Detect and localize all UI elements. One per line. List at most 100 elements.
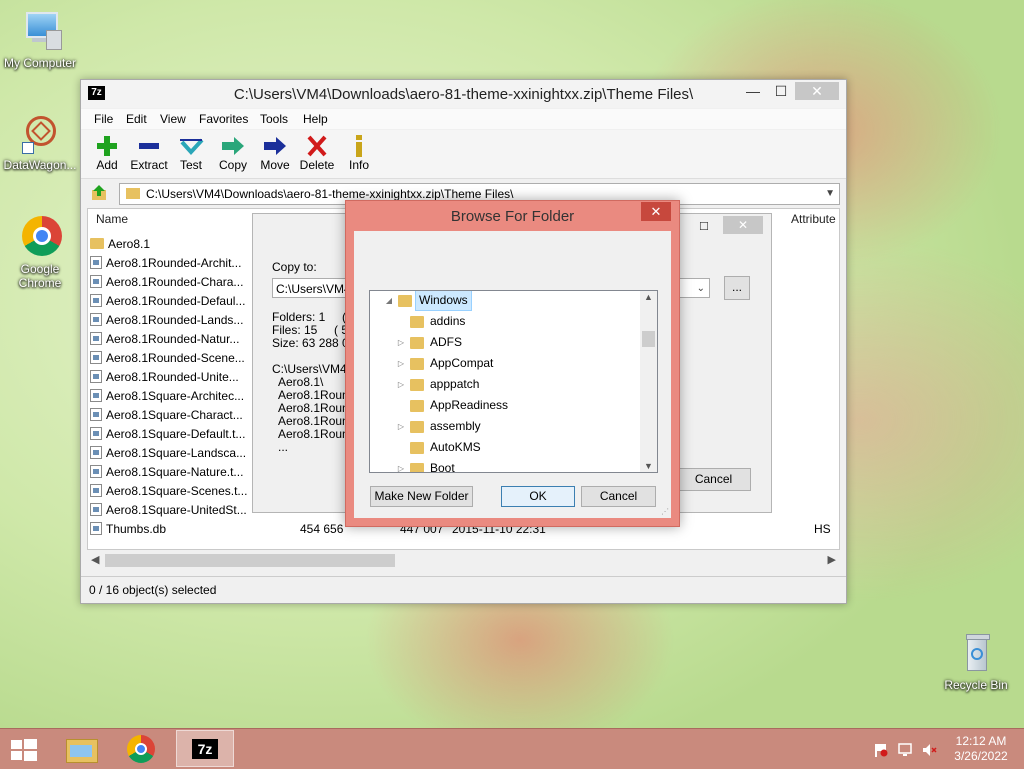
file-name: Aero8.1 <box>108 237 151 251</box>
expand-arrow-icon[interactable]: ▷ <box>396 353 406 374</box>
expand-arrow-icon[interactable]: ▷ <box>396 458 406 472</box>
tree-item[interactable]: ▷ ADFS <box>370 332 638 353</box>
tree-item-label: ADFS <box>430 335 463 349</box>
copy-button[interactable]: Copy <box>210 134 256 172</box>
file-name: Aero8.1Square-Landsca... <box>106 446 247 460</box>
desktop-icon-google-chrome[interactable]: Google Chrome <box>0 216 80 290</box>
tree-item[interactable]: AutoKMS <box>370 437 638 458</box>
file-name: Aero8.1Rounded-Defaul... <box>106 294 246 308</box>
start-button[interactable] <box>10 738 38 762</box>
menu-tools[interactable]: Tools <box>260 112 288 126</box>
tree-item[interactable]: ▷ assembly <box>370 416 638 437</box>
menu-edit[interactable]: Edit <box>126 112 147 126</box>
taskbar-file-explorer[interactable] <box>60 731 102 767</box>
tree-item[interactable]: addins <box>370 311 638 332</box>
tree-item-label: addins <box>430 314 466 328</box>
close-button[interactable]: ✕ <box>795 82 839 100</box>
folder-icon <box>410 442 424 454</box>
browse-close-button[interactable]: ✕ <box>641 202 671 221</box>
move-button[interactable]: Move <box>252 134 298 172</box>
add-button[interactable]: Add <box>84 134 130 172</box>
copy-cancel-button[interactable]: Cancel <box>676 468 751 491</box>
scroll-left-arrow[interactable]: ◀ <box>91 553 99 566</box>
folder-tree[interactable]: ◢ Windows addins ▷ ADFS ▷ AppCompat ▷ apppatch Ap… <box>369 290 658 473</box>
desktop-icon-my-computer[interactable]: My Computer <box>0 10 80 70</box>
cancel-button[interactable]: Cancel <box>581 486 656 507</box>
window-title: C:\Users\VM4\Downloads\aero-81-theme-xxi… <box>233 86 694 103</box>
expand-arrow-icon[interactable]: ▷ <box>396 374 406 395</box>
tree-item[interactable]: ◢ Windows <box>370 291 638 311</box>
tree-vertical-scrollbar[interactable]: ▲ ▼ <box>640 291 657 472</box>
scroll-thumb[interactable] <box>105 554 395 567</box>
column-header-name[interactable]: Name <box>96 212 128 226</box>
file-icon <box>90 408 102 421</box>
taskbar-chrome[interactable] <box>120 731 162 767</box>
scroll-thumb[interactable] <box>642 331 655 347</box>
extract-button[interactable]: Extract <box>126 134 172 172</box>
menu-bar: File Edit View Favorites Tools Help <box>81 109 846 129</box>
resize-grip[interactable]: ⋰ <box>661 507 669 516</box>
expand-arrow-icon[interactable]: ▷ <box>396 416 406 437</box>
delete-button[interactable]: Delete <box>294 134 340 172</box>
chevron-down-icon[interactable]: ▼ <box>825 184 835 204</box>
ok-button[interactable]: OK <box>501 486 575 507</box>
scroll-up-arrow[interactable]: ▲ <box>644 292 653 302</box>
tray-network-icon[interactable] <box>898 742 914 758</box>
folder-icon <box>398 295 412 307</box>
folder-icon <box>410 358 424 370</box>
menu-view[interactable]: View <box>160 112 186 126</box>
folder-icon <box>410 463 424 472</box>
info-button[interactable]: Info <box>336 134 382 172</box>
file-icon <box>90 446 102 459</box>
desktop-icon-datawagon[interactable]: DataWagon... <box>0 112 80 172</box>
tray-volume-icon[interactable] <box>922 743 938 757</box>
horizontal-scrollbar[interactable]: ◀ ▶ <box>87 552 840 569</box>
test-button[interactable]: Test <box>168 134 214 172</box>
tree-item[interactable]: ▷ apppatch <box>370 374 638 395</box>
minimize-button[interactable]: — <box>741 82 765 100</box>
minus-icon <box>126 134 172 158</box>
folder-icon <box>410 316 424 328</box>
file-name: Aero8.1Square-Scenes.t... <box>106 484 248 498</box>
taskbar: 7z 12:12 AM 3/26/2022 <box>0 728 1024 769</box>
up-folder-icon[interactable] <box>91 185 107 201</box>
scroll-right-arrow[interactable]: ▶ <box>828 553 836 566</box>
tree-item[interactable]: ▷ AppCompat <box>370 353 638 374</box>
tree-item[interactable]: ▷ Boot <box>370 458 638 472</box>
menu-file[interactable]: File <box>94 112 113 126</box>
chevron-down-icon[interactable]: ⌄ <box>697 279 705 299</box>
file-name: Aero8.1Square-Charact... <box>106 408 243 422</box>
tree-item[interactable]: AppReadiness <box>370 395 638 416</box>
status-bar: 0 / 16 object(s) selected <box>81 576 846 603</box>
browse-for-folder-dialog: Browse For Folder ✕ ◢ Windows addins ▷ ADFS ▷… <box>345 200 680 527</box>
windows-logo-icon <box>11 739 37 761</box>
copy-dialog-close-button[interactable]: ✕ <box>723 216 763 234</box>
menu-favorites[interactable]: Favorites <box>199 112 248 126</box>
taskbar-7zip[interactable]: 7z <box>176 730 234 767</box>
file-name: Aero8.1Rounded-Chara... <box>106 275 244 289</box>
tray-flag-icon[interactable] <box>874 743 888 757</box>
make-new-folder-button[interactable]: Make New Folder <box>370 486 473 507</box>
copy-browse-button[interactable]: ... <box>724 276 750 300</box>
x-icon <box>294 134 340 158</box>
tree-item-label: Windows <box>415 291 472 311</box>
expand-arrow-icon[interactable]: ▷ <box>396 332 406 353</box>
column-header-attributes[interactable]: Attribute <box>791 212 836 226</box>
desktop-icon-recycle-bin[interactable]: Recycle Bin <box>936 632 1016 692</box>
arrow-right-icon <box>252 134 298 158</box>
expanded-arrow-icon[interactable]: ◢ <box>384 291 394 311</box>
scroll-down-arrow[interactable]: ▼ <box>644 461 653 471</box>
clock[interactable]: 12:12 AM 3/26/2022 <box>948 734 1014 764</box>
maximize-button[interactable]: ☐ <box>769 82 793 100</box>
copy-dialog-maximize-button[interactable]: ☐ <box>699 220 709 233</box>
title-bar[interactable]: 7z C:\Users\VM4\Downloads\aero-81-theme-… <box>81 80 846 108</box>
browse-dialog-body: ◢ Windows addins ▷ ADFS ▷ AppCompat ▷ apppatch Ap… <box>354 231 671 518</box>
folder-icon <box>410 337 424 349</box>
plus-icon <box>84 134 130 158</box>
file-icon <box>90 503 102 516</box>
menu-help[interactable]: Help <box>303 112 328 126</box>
folder-icon <box>410 400 424 412</box>
file-attributes: HS <box>814 522 831 536</box>
tree-item-label: AppReadiness <box>430 398 509 412</box>
folder-icon <box>410 421 424 433</box>
